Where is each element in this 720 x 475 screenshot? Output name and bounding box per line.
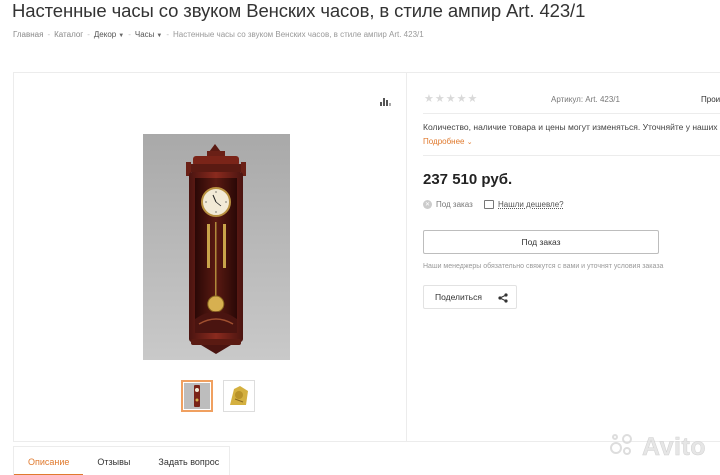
watermark-text: Avito <box>642 432 707 461</box>
product-sku: Артикул: Art. 423/1 <box>551 95 620 104</box>
page-title: Настенные часы со звуком Венских часов, … <box>12 0 586 21</box>
clock-thumbnail-image <box>184 383 210 409</box>
breadcrumb-catalog[interactable]: Каталог <box>54 30 83 39</box>
thumbnail-1[interactable] <box>181 380 213 412</box>
stock-status-label: Под заказ <box>436 200 473 209</box>
tab-reviews[interactable]: Отзывы <box>83 447 144 475</box>
chevron-down-icon: ▼ <box>118 33 125 39</box>
product-info: ★ ★ ★ ★ ★ Артикул: Art. 423/1 Прои Колич… <box>423 73 720 441</box>
availability-note: Количество, наличие товара и цены могут … <box>423 122 718 132</box>
tab-description[interactable]: Описание <box>14 447 84 475</box>
stock-status: ✕ Под заказ <box>423 200 473 209</box>
chevron-down-icon: ▼ <box>156 33 163 39</box>
avito-watermark: Avito <box>608 432 706 462</box>
share-button[interactable]: Поделиться <box>423 285 517 309</box>
clock-detail-thumbnail-image <box>226 383 252 409</box>
found-cheaper-link[interactable]: Нашли дешевле? <box>484 200 564 209</box>
breadcrumb-current: Настенные часы со звуком Венских часов, … <box>173 30 424 39</box>
star-icon: ★ <box>445 93 456 105</box>
star-icon: ★ <box>434 93 445 105</box>
product-price: 237 510 руб. <box>423 171 513 188</box>
breadcrumb-home[interactable]: Главная <box>13 30 43 39</box>
clock-image <box>143 134 290 360</box>
star-icon: ★ <box>424 93 434 105</box>
share-icon <box>498 293 508 303</box>
divider <box>423 155 720 156</box>
producer-label: Прои <box>701 95 720 104</box>
more-link-label: Подробнее <box>423 137 465 146</box>
star-icon: ★ <box>456 93 467 105</box>
thumbnail-2[interactable] <box>223 380 255 412</box>
breadcrumb-separator: - <box>87 30 90 39</box>
breadcrumb: Главная - Каталог - Декор ▼ - Часы ▼ - Нас… <box>13 30 424 39</box>
divider <box>423 113 720 114</box>
avito-logo-icon <box>608 432 638 462</box>
more-link[interactable]: Подробнее ⌄ <box>423 137 473 146</box>
breadcrumb-clocks-label: Часы <box>134 30 155 39</box>
breadcrumb-separator: - <box>128 30 131 39</box>
manager-note: Наши менеджеры обязательно свяжутся с ва… <box>423 263 664 270</box>
stats-icon[interactable] <box>380 97 391 106</box>
star-icon: ★ <box>467 93 478 105</box>
found-cheaper-label: Нашли дешевле? <box>498 200 564 209</box>
chevron-down-icon: ⌄ <box>466 139 473 146</box>
breadcrumb-separator: - <box>47 30 51 39</box>
breadcrumb-decor-label: Декор <box>93 30 117 39</box>
order-button[interactable]: Под заказ <box>423 230 659 254</box>
breadcrumb-clocks[interactable]: Часы ▼ <box>135 30 162 39</box>
breadcrumb-separator: - <box>166 30 170 39</box>
breadcrumb-decor[interactable]: Декор ▼ <box>94 30 124 39</box>
tab-ask-question[interactable]: Задать вопрос <box>144 447 233 475</box>
thumbnail-strip <box>181 380 255 412</box>
product-card: ★ ★ ★ ★ ★ Артикул: Art. 423/1 Прои Колич… <box>13 72 720 442</box>
price-tag-icon <box>484 200 494 209</box>
status-icon: ✕ <box>423 200 432 209</box>
share-button-label: Поделиться <box>435 292 482 302</box>
product-gallery <box>14 73 407 441</box>
product-main-image[interactable] <box>143 134 290 360</box>
product-tabs: Описание Отзывы Задать вопрос <box>13 446 230 475</box>
rating-stars[interactable]: ★ ★ ★ ★ ★ <box>424 94 477 105</box>
